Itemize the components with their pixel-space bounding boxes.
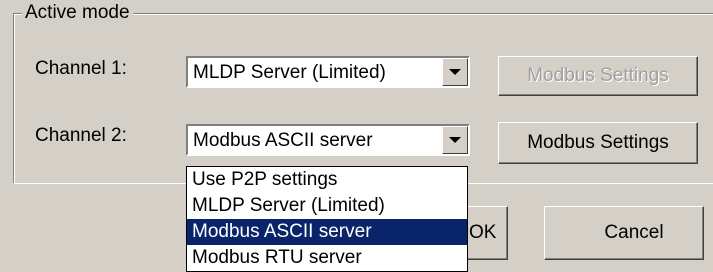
cancel-button[interactable]: Cancel [544,206,704,260]
channel-2-modbus-settings-button[interactable]: Modbus Settings [498,122,698,164]
channel-1-combobox[interactable]: MLDP Server (Limited) [186,56,470,88]
channel-1-dropdown-arrow-icon[interactable] [442,58,468,86]
active-mode-title: Active mode [22,3,133,23]
dropdown-option-modbus-rtu[interactable]: Modbus RTU server [187,245,467,271]
channel-1-label: Channel 1: [35,58,127,79]
channel-1-value: MLDP Server (Limited) [193,62,386,83]
channel-2-label: Channel 2: [35,125,127,146]
channel-2-value: Modbus ASCII server [193,130,373,151]
dropdown-option-use-p2p[interactable]: Use P2P settings [187,167,467,193]
dropdown-option-modbus-ascii[interactable]: Modbus ASCII server [187,219,467,245]
channel-1-modbus-settings-button[interactable]: Modbus Settings [498,56,698,96]
dropdown-option-mldp-server[interactable]: MLDP Server (Limited) [187,193,467,219]
channel-2-dropdown-arrow-icon[interactable] [442,126,468,154]
channel-2-combobox[interactable]: Modbus ASCII server [186,124,470,156]
channel-2-dropdown-list: Use P2P settings MLDP Server (Limited) M… [186,166,468,272]
